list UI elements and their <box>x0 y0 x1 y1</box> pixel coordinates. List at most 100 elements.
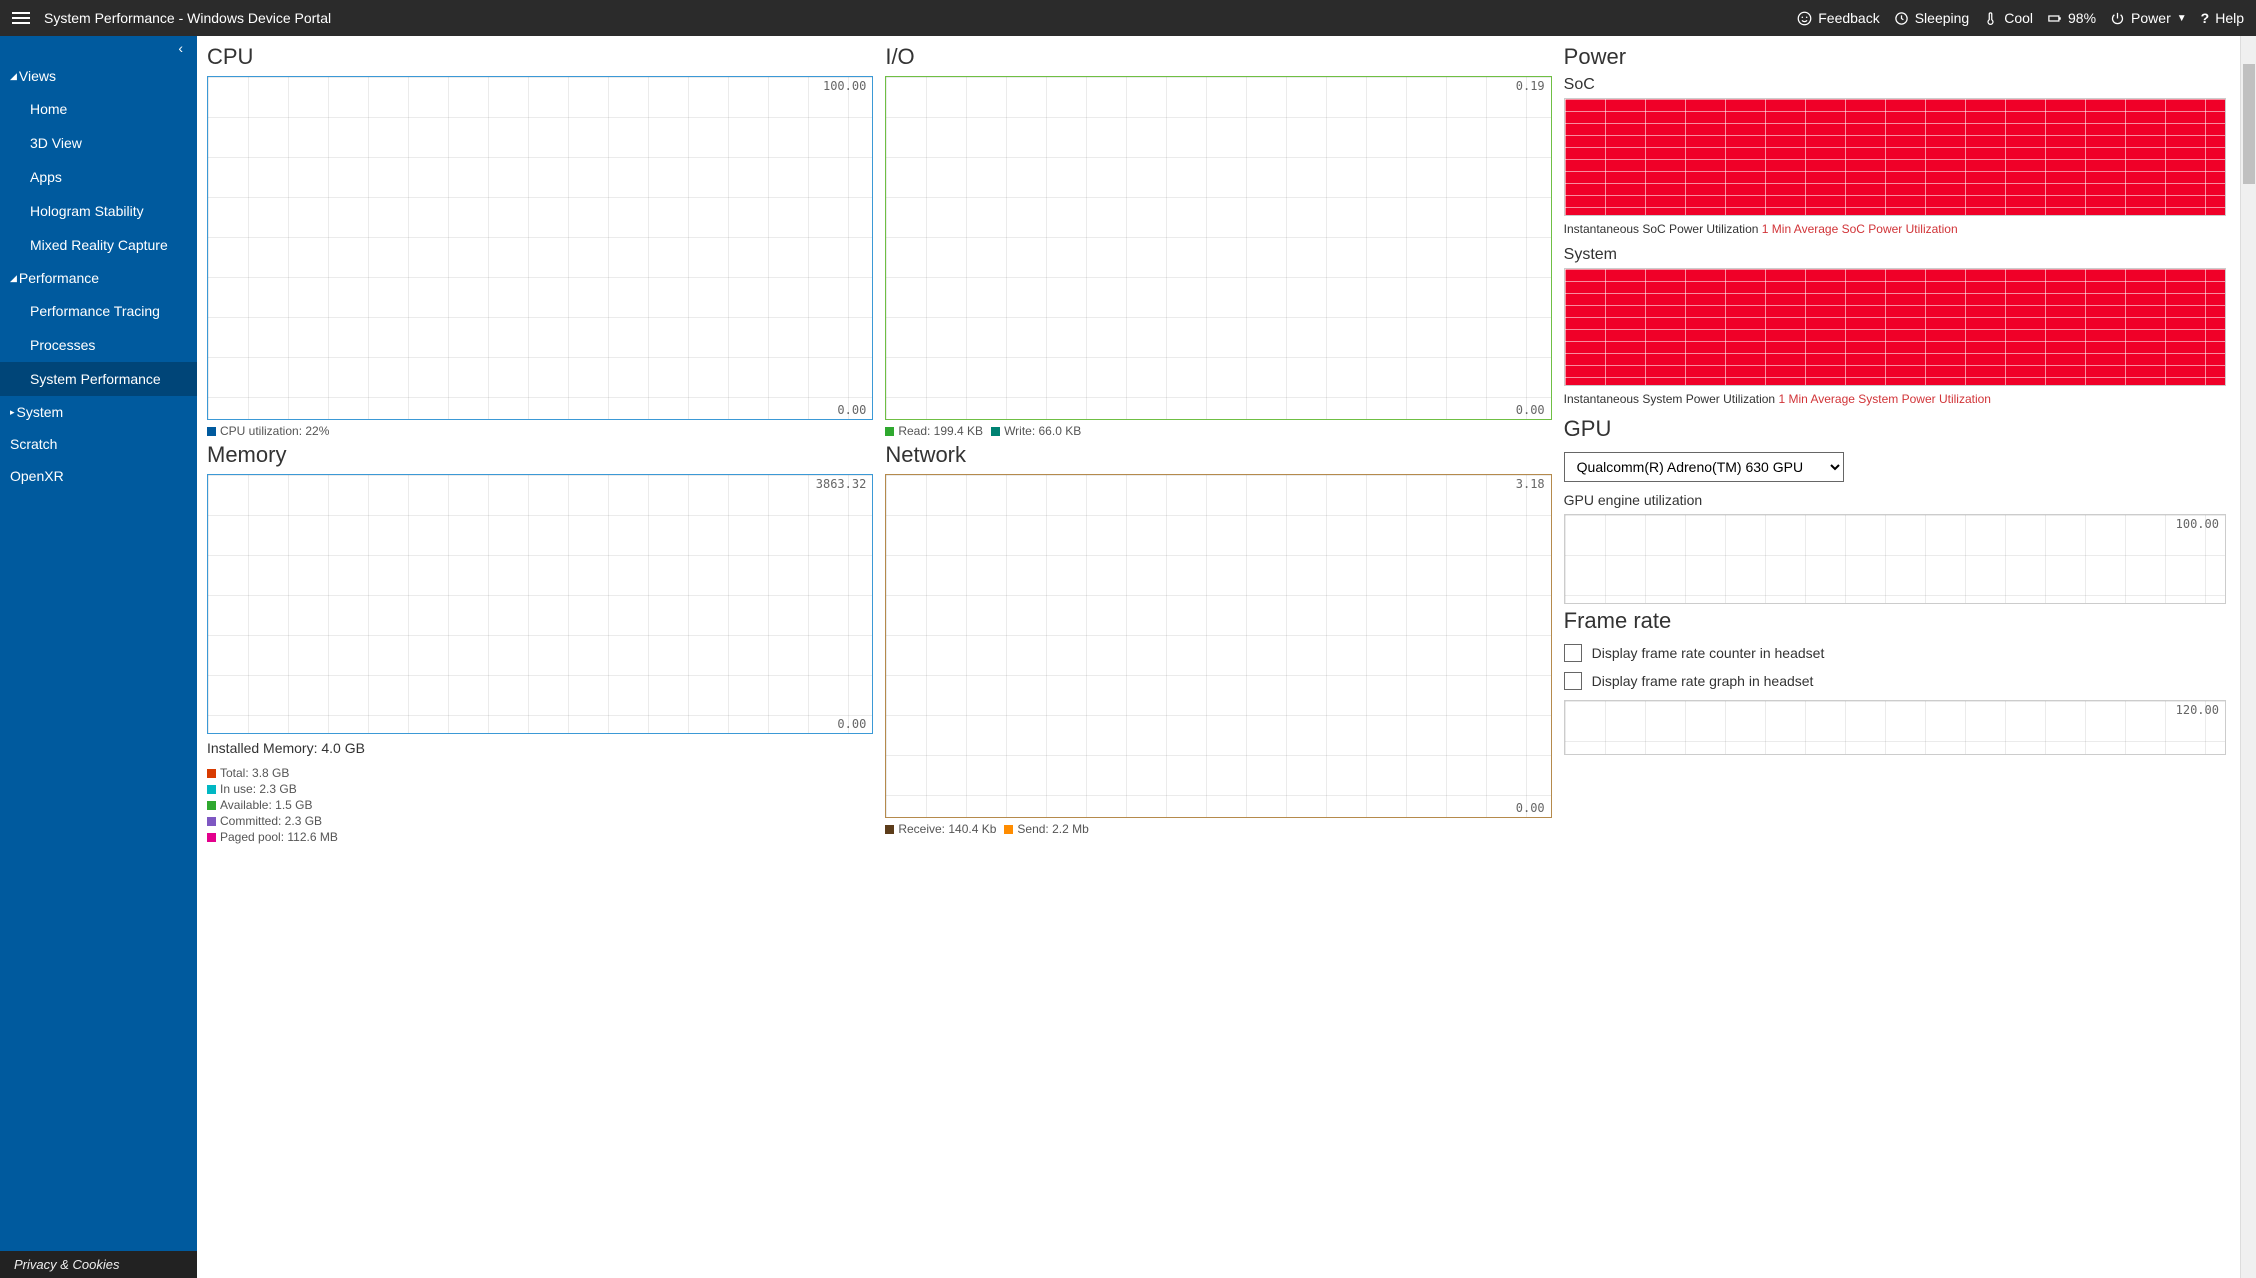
swatch-icon <box>207 427 216 436</box>
device-state-label: Sleeping <box>1915 10 1970 26</box>
swatch-icon <box>207 833 216 842</box>
legend-text: Committed: 2.3 GB <box>220 814 322 828</box>
legend-text: In use: 2.3 GB <box>220 782 297 796</box>
battery-state[interactable]: 98% <box>2047 10 2096 26</box>
menu-icon[interactable] <box>12 12 30 24</box>
sidebar-item-openxr[interactable]: OpenXR <box>0 460 197 492</box>
label-soc: SoC <box>1564 76 2226 94</box>
checkbox-icon[interactable] <box>1564 644 1582 662</box>
chart-grid <box>208 77 872 419</box>
swatch-icon <box>991 427 1000 436</box>
chart-min-value: 0.00 <box>1516 403 1545 417</box>
chart-memory[interactable]: 3863.32 0.00 <box>207 474 873 734</box>
legend-text: Receive: 140.4 Kb <box>898 822 996 836</box>
nav-section-views[interactable]: ◢Views <box>0 60 197 92</box>
panel-title-network: Network <box>885 442 1551 468</box>
nav-section-system[interactable]: ▸System <box>0 396 197 428</box>
chart-max-value: 0.19 <box>1516 79 1545 93</box>
chevron-down-icon: ◢ <box>10 71 17 82</box>
checkbox-framerate-graph[interactable]: Display frame rate graph in headset <box>1564 672 2226 690</box>
chevron-right-icon: ▸ <box>10 407 15 418</box>
section-label: System <box>17 404 64 420</box>
legend-text: Instantaneous SoC Power Utilization <box>1564 222 1759 236</box>
sidebar-item-home[interactable]: Home <box>0 92 197 126</box>
chevron-down-icon: ◢ <box>10 273 17 284</box>
sidebar-item-3d-view[interactable]: 3D View <box>0 126 197 160</box>
legend-power-system: Instantaneous System Power Utilization 1… <box>1564 392 2226 406</box>
power-icon <box>2110 11 2125 26</box>
legend-memory: Total: 3.8 GB In use: 2.3 GB Available: … <box>207 766 873 844</box>
panel-title-io: I/O <box>885 44 1551 70</box>
chart-power-soc[interactable] <box>1564 98 2226 216</box>
sidebar-item-system-performance[interactable]: System Performance <box>0 362 197 396</box>
power-label: Power <box>2131 10 2171 26</box>
section-label: Views <box>19 68 56 84</box>
sidebar-item-scratch[interactable]: Scratch <box>0 428 197 460</box>
sidebar-item-apps[interactable]: Apps <box>0 160 197 194</box>
privacy-link[interactable]: Privacy & Cookies <box>0 1251 197 1278</box>
power-menu[interactable]: Power ▼ <box>2110 10 2187 26</box>
thermal-label: Cool <box>2004 10 2033 26</box>
checkbox-label: Display frame rate counter in headset <box>1592 645 1825 661</box>
sidebar: ‹ ◢Views Home 3D View Apps Hologram Stab… <box>0 36 197 1278</box>
sidebar-item-mixed-reality-capture[interactable]: Mixed Reality Capture <box>0 228 197 262</box>
panel-title-memory: Memory <box>207 442 873 468</box>
nav-section-performance[interactable]: ◢Performance <box>0 262 197 294</box>
help-label: Help <box>2215 10 2244 26</box>
gpu-select[interactable]: Qualcomm(R) Adreno(TM) 630 GPU <box>1564 452 1844 482</box>
device-state[interactable]: Sleeping <box>1894 10 1970 26</box>
swatch-icon <box>207 817 216 826</box>
sidebar-nav: ◢Views Home 3D View Apps Hologram Stabil… <box>0 60 197 1251</box>
column-1: CPU 100.00 0.00 CPU utilization: 22% Mem… <box>201 40 879 1274</box>
chart-grid <box>1565 515 2225 603</box>
legend-text: Available: 1.5 GB <box>220 798 313 812</box>
chart-power-system[interactable] <box>1564 268 2226 386</box>
sidebar-collapse-button[interactable]: ‹ <box>0 36 197 60</box>
chart-gpu[interactable]: 100.00 <box>1564 514 2226 604</box>
battery-label: 98% <box>2068 10 2096 26</box>
legend-power-soc: Instantaneous SoC Power Utilization 1 Mi… <box>1564 222 2226 236</box>
label-system: System <box>1564 246 2226 264</box>
legend-cpu: CPU utilization: 22% <box>207 424 873 438</box>
chevron-down-icon: ▼ <box>2177 13 2187 24</box>
legend-network: Receive: 140.4 Kb Send: 2.2 Mb <box>885 822 1551 836</box>
feedback-label: Feedback <box>1818 10 1879 26</box>
chart-io[interactable]: 0.19 0.00 <box>885 76 1551 420</box>
legend-text: Read: 199.4 KB <box>898 424 983 438</box>
legend-text: Total: 3.8 GB <box>220 766 289 780</box>
chart-grid <box>886 475 1550 817</box>
sidebar-item-hologram-stability[interactable]: Hologram Stability <box>0 194 197 228</box>
app-header: System Performance - Windows Device Port… <box>0 0 2256 36</box>
sidebar-item-processes[interactable]: Processes <box>0 328 197 362</box>
thermal-state[interactable]: Cool <box>1983 10 2033 26</box>
clock-icon <box>1894 11 1909 26</box>
column-3: Power SoC Instantaneous SoC Power Utiliz… <box>1558 40 2236 1274</box>
legend-io: Read: 199.4 KB Write: 66.0 KB <box>885 424 1551 438</box>
chart-network[interactable]: 3.18 0.00 <box>885 474 1551 818</box>
battery-icon <box>2047 11 2062 26</box>
checkbox-icon[interactable] <box>1564 672 1582 690</box>
memory-installed-label: Installed Memory: 4.0 GB <box>207 740 873 756</box>
checkbox-label: Display frame rate graph in headset <box>1592 673 1814 689</box>
chart-grid <box>1565 269 2225 385</box>
chart-max-value: 3.18 <box>1516 477 1545 491</box>
legend-text-avg: 1 Min Average System Power Utilization <box>1778 392 1991 406</box>
scrollbar[interactable] <box>2240 36 2256 1278</box>
legend-text: Instantaneous System Power Utilization <box>1564 392 1775 406</box>
chart-framerate[interactable]: 120.00 <box>1564 700 2226 755</box>
swatch-icon <box>207 769 216 778</box>
sidebar-item-performance-tracing[interactable]: Performance Tracing <box>0 294 197 328</box>
swatch-icon <box>207 801 216 810</box>
section-label: Performance <box>19 270 99 286</box>
panel-title-cpu: CPU <box>207 44 873 70</box>
feedback-button[interactable]: Feedback <box>1797 10 1879 26</box>
checkbox-framerate-counter[interactable]: Display frame rate counter in headset <box>1564 644 2226 662</box>
smiley-icon <box>1797 11 1812 26</box>
chart-cpu[interactable]: 100.00 0.00 <box>207 76 873 420</box>
chart-max-value: 100.00 <box>2176 517 2219 531</box>
chart-grid <box>208 475 872 733</box>
column-2: I/O 0.19 0.00 Read: 199.4 KB Write: 66.0… <box>879 40 1557 1274</box>
chart-grid <box>1565 701 2225 754</box>
swatch-icon <box>885 825 894 834</box>
help-button[interactable]: ? Help <box>2201 10 2244 26</box>
